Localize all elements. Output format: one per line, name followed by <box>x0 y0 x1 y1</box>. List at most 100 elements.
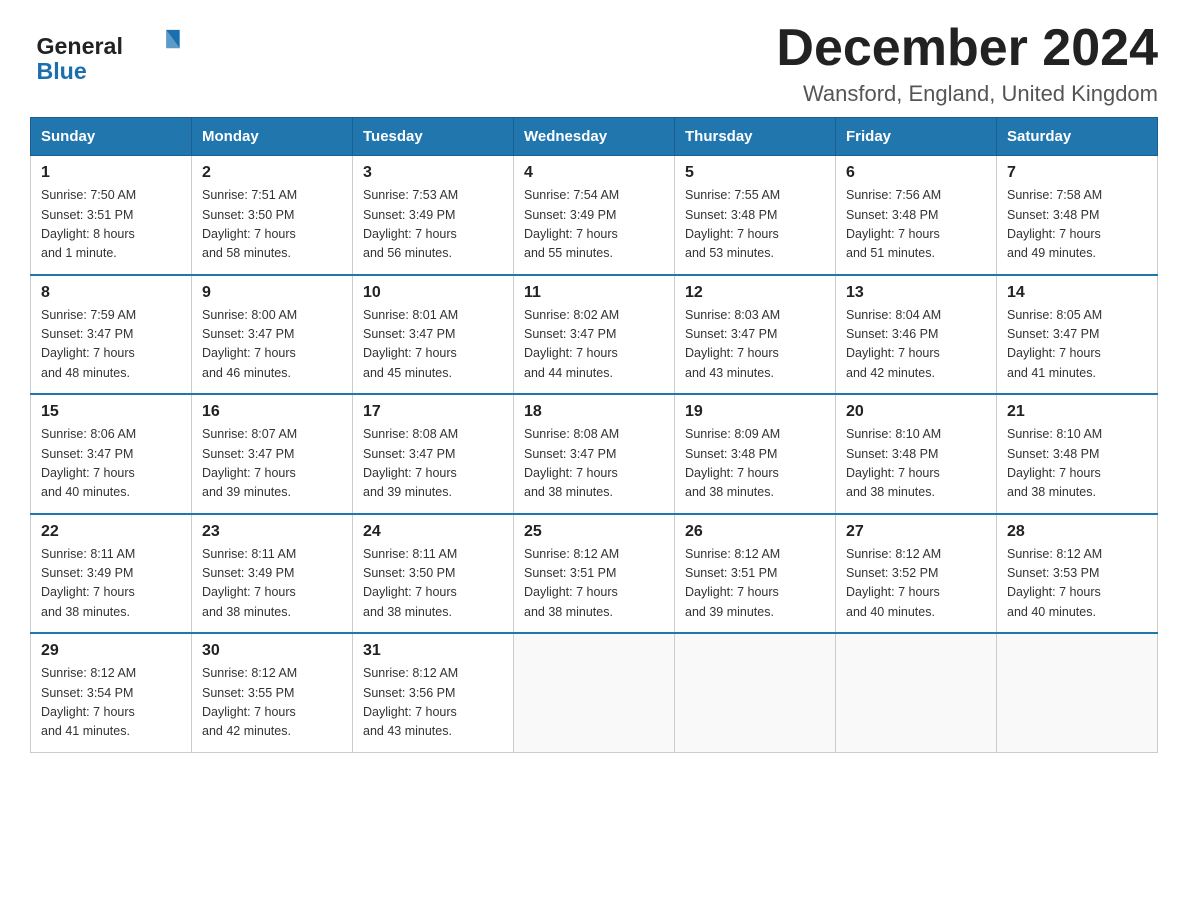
day-number: 31 <box>363 642 503 660</box>
calendar-cell: 31 Sunrise: 8:12 AMSunset: 3:56 PMDayligh… <box>353 633 514 752</box>
weekday-tuesday: Tuesday <box>353 118 514 156</box>
day-info: Sunrise: 7:54 AMSunset: 3:49 PMDaylight:… <box>524 186 664 264</box>
day-number: 17 <box>363 403 503 421</box>
day-number: 6 <box>846 164 986 182</box>
day-info: Sunrise: 8:11 AMSunset: 3:49 PMDaylight:… <box>202 545 342 623</box>
calendar-cell: 4 Sunrise: 7:54 AMSunset: 3:49 PMDaylight… <box>514 156 675 275</box>
day-info: Sunrise: 8:12 AMSunset: 3:52 PMDaylight:… <box>846 545 986 623</box>
day-info: Sunrise: 8:07 AMSunset: 3:47 PMDaylight:… <box>202 425 342 503</box>
day-info: Sunrise: 8:10 AMSunset: 3:48 PMDaylight:… <box>846 425 986 503</box>
calendar-cell: 18 Sunrise: 8:08 AMSunset: 3:47 PMDayligh… <box>514 394 675 514</box>
day-number: 25 <box>524 523 664 541</box>
location-subtitle: Wansford, England, United Kingdom <box>776 81 1158 107</box>
calendar-cell: 20 Sunrise: 8:10 AMSunset: 3:48 PMDayligh… <box>836 394 997 514</box>
week-row-2: 8 Sunrise: 7:59 AMSunset: 3:47 PMDaylight… <box>31 275 1158 395</box>
day-info: Sunrise: 8:08 AMSunset: 3:47 PMDaylight:… <box>363 425 503 503</box>
day-info: Sunrise: 7:50 AMSunset: 3:51 PMDaylight:… <box>41 186 181 264</box>
calendar-cell: 7 Sunrise: 7:58 AMSunset: 3:48 PMDaylight… <box>997 156 1158 275</box>
day-info: Sunrise: 8:12 AMSunset: 3:51 PMDaylight:… <box>524 545 664 623</box>
day-number: 8 <box>41 284 181 302</box>
logo-svg: General Blue <box>30 25 190 85</box>
calendar-body: 1 Sunrise: 7:50 AMSunset: 3:51 PMDaylight… <box>31 156 1158 753</box>
day-info: Sunrise: 8:05 AMSunset: 3:47 PMDaylight:… <box>1007 306 1147 384</box>
weekday-sunday: Sunday <box>31 118 192 156</box>
calendar-cell: 8 Sunrise: 7:59 AMSunset: 3:47 PMDaylight… <box>31 275 192 395</box>
calendar-cell: 17 Sunrise: 8:08 AMSunset: 3:47 PMDayligh… <box>353 394 514 514</box>
day-info: Sunrise: 7:53 AMSunset: 3:49 PMDaylight:… <box>363 186 503 264</box>
svg-text:General: General <box>36 33 122 59</box>
month-year-title: December 2024 <box>776 20 1158 77</box>
page-header: General Blue December 2024 Wansford, Eng… <box>30 20 1158 107</box>
day-number: 10 <box>363 284 503 302</box>
day-info: Sunrise: 8:04 AMSunset: 3:46 PMDaylight:… <box>846 306 986 384</box>
day-info: Sunrise: 8:03 AMSunset: 3:47 PMDaylight:… <box>685 306 825 384</box>
day-number: 2 <box>202 164 342 182</box>
calendar-cell: 3Sunrise: 7:53 AMSunset: 3:49 PMDaylight… <box>353 156 514 275</box>
calendar-cell: 10 Sunrise: 8:01 AMSunset: 3:47 PMDayligh… <box>353 275 514 395</box>
day-info: Sunrise: 8:09 AMSunset: 3:48 PMDaylight:… <box>685 425 825 503</box>
day-number: 1 <box>41 164 181 182</box>
day-info: Sunrise: 8:08 AMSunset: 3:47 PMDaylight:… <box>524 425 664 503</box>
day-number: 24 <box>363 523 503 541</box>
calendar-cell: 13 Sunrise: 8:04 AMSunset: 3:46 PMDayligh… <box>836 275 997 395</box>
calendar-cell: 6 Sunrise: 7:56 AMSunset: 3:48 PMDaylight… <box>836 156 997 275</box>
day-number: 27 <box>846 523 986 541</box>
day-number: 23 <box>202 523 342 541</box>
calendar-cell: 26Sunrise: 8:12 AMSunset: 3:51 PMDayligh… <box>675 514 836 634</box>
calendar-table: SundayMondayTuesdayWednesdayThursdayFrid… <box>30 117 1158 753</box>
calendar-cell: 21Sunrise: 8:10 AMSunset: 3:48 PMDayligh… <box>997 394 1158 514</box>
day-number: 20 <box>846 403 986 421</box>
day-info: Sunrise: 8:11 AMSunset: 3:49 PMDaylight:… <box>41 545 181 623</box>
calendar-cell: 12 Sunrise: 8:03 AMSunset: 3:47 PMDayligh… <box>675 275 836 395</box>
day-number: 4 <box>524 164 664 182</box>
day-number: 12 <box>685 284 825 302</box>
weekday-wednesday: Wednesday <box>514 118 675 156</box>
day-info: Sunrise: 7:55 AMSunset: 3:48 PMDaylight:… <box>685 186 825 264</box>
day-number: 16 <box>202 403 342 421</box>
day-number: 18 <box>524 403 664 421</box>
calendar-cell: 16 Sunrise: 8:07 AMSunset: 3:47 PMDayligh… <box>192 394 353 514</box>
calendar-cell: 22Sunrise: 8:11 AMSunset: 3:49 PMDayligh… <box>31 514 192 634</box>
week-row-1: 1 Sunrise: 7:50 AMSunset: 3:51 PMDaylight… <box>31 156 1158 275</box>
weekday-row: SundayMondayTuesdayWednesdayThursdayFrid… <box>31 118 1158 156</box>
calendar-cell: 24Sunrise: 8:11 AMSunset: 3:50 PMDayligh… <box>353 514 514 634</box>
calendar-cell <box>675 633 836 752</box>
day-info: Sunrise: 8:00 AMSunset: 3:47 PMDaylight:… <box>202 306 342 384</box>
calendar-cell: 19Sunrise: 8:09 AMSunset: 3:48 PMDayligh… <box>675 394 836 514</box>
title-block: December 2024 Wansford, England, United … <box>776 20 1158 107</box>
day-number: 15 <box>41 403 181 421</box>
calendar-cell: 27 Sunrise: 8:12 AMSunset: 3:52 PMDayligh… <box>836 514 997 634</box>
day-info: Sunrise: 7:59 AMSunset: 3:47 PMDaylight:… <box>41 306 181 384</box>
day-info: Sunrise: 8:12 AMSunset: 3:55 PMDaylight:… <box>202 664 342 742</box>
day-number: 9 <box>202 284 342 302</box>
day-number: 7 <box>1007 164 1147 182</box>
day-number: 21 <box>1007 403 1147 421</box>
day-info: Sunrise: 8:12 AMSunset: 3:53 PMDaylight:… <box>1007 545 1147 623</box>
logo: General Blue <box>30 20 190 85</box>
day-number: 13 <box>846 284 986 302</box>
day-number: 29 <box>41 642 181 660</box>
calendar-cell: 9 Sunrise: 8:00 AMSunset: 3:47 PMDaylight… <box>192 275 353 395</box>
day-number: 11 <box>524 284 664 302</box>
day-info: Sunrise: 7:51 AMSunset: 3:50 PMDaylight:… <box>202 186 342 264</box>
day-number: 14 <box>1007 284 1147 302</box>
day-info: Sunrise: 8:12 AMSunset: 3:56 PMDaylight:… <box>363 664 503 742</box>
calendar-cell: 5 Sunrise: 7:55 AMSunset: 3:48 PMDaylight… <box>675 156 836 275</box>
calendar-cell <box>997 633 1158 752</box>
calendar-cell <box>514 633 675 752</box>
calendar-cell: 11Sunrise: 8:02 AMSunset: 3:47 PMDayligh… <box>514 275 675 395</box>
day-info: Sunrise: 8:01 AMSunset: 3:47 PMDaylight:… <box>363 306 503 384</box>
svg-text:Blue: Blue <box>36 58 86 84</box>
calendar-cell: 1 Sunrise: 7:50 AMSunset: 3:51 PMDaylight… <box>31 156 192 275</box>
weekday-saturday: Saturday <box>997 118 1158 156</box>
day-number: 5 <box>685 164 825 182</box>
weekday-monday: Monday <box>192 118 353 156</box>
calendar-cell: 29 Sunrise: 8:12 AMSunset: 3:54 PMDayligh… <box>31 633 192 752</box>
day-info: Sunrise: 7:56 AMSunset: 3:48 PMDaylight:… <box>846 186 986 264</box>
day-number: 30 <box>202 642 342 660</box>
week-row-5: 29 Sunrise: 8:12 AMSunset: 3:54 PMDayligh… <box>31 633 1158 752</box>
calendar-cell: 30 Sunrise: 8:12 AMSunset: 3:55 PMDayligh… <box>192 633 353 752</box>
calendar-cell: 23 Sunrise: 8:11 AMSunset: 3:49 PMDayligh… <box>192 514 353 634</box>
day-info: Sunrise: 7:58 AMSunset: 3:48 PMDaylight:… <box>1007 186 1147 264</box>
day-info: Sunrise: 8:12 AMSunset: 3:54 PMDaylight:… <box>41 664 181 742</box>
